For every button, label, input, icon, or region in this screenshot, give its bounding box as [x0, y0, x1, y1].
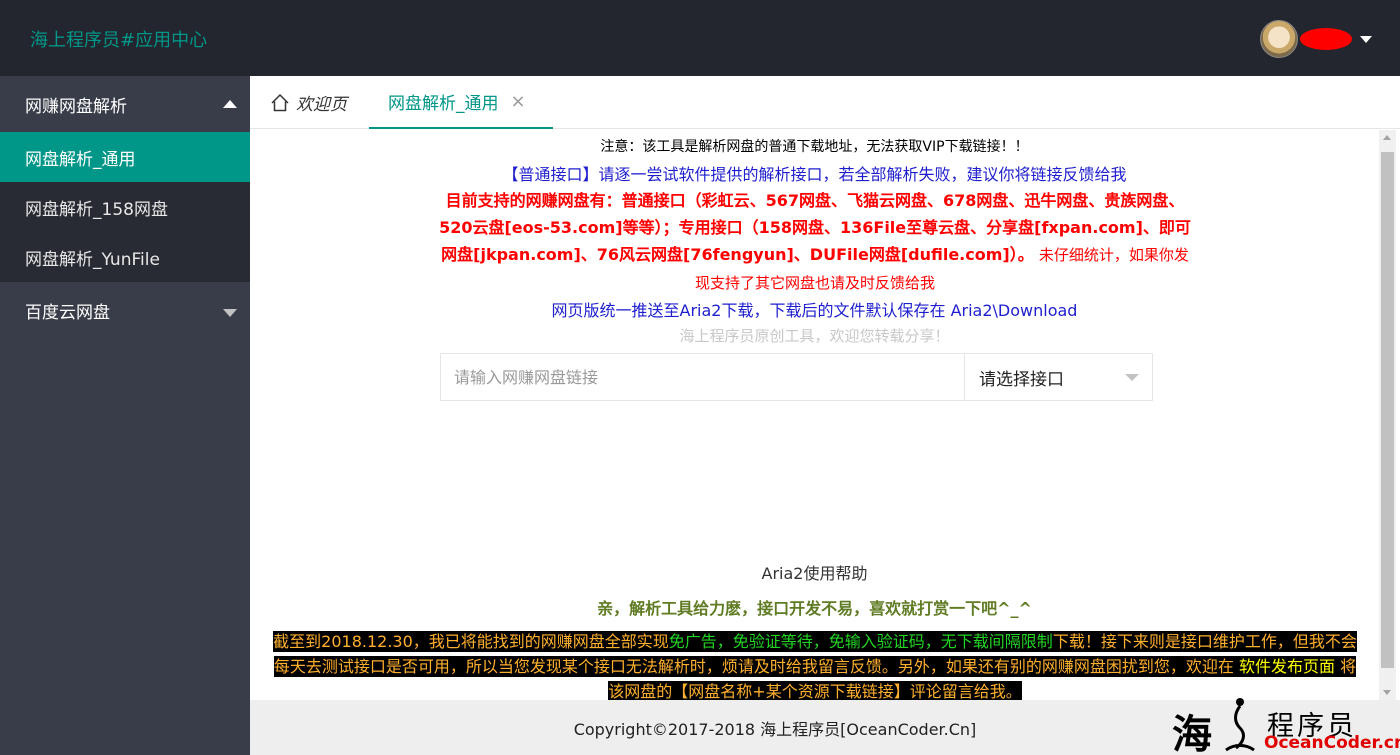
common-interface-text: 【普通接口】请逐一尝试软件提供的解析接口，若全部解析失败，建议你将链接反馈给我	[502, 165, 1127, 184]
announcement-highlight: 免广告，免验证等待，免输入验证码，无下载间隔限制	[668, 632, 1053, 651]
supported-disks-text: 目前支持的网赚网盘有：普通接口（彩虹云、567网盘、飞猫云网盘、678网盘、迅牛…	[435, 187, 1195, 297]
caret-up-icon	[223, 100, 237, 108]
announcement: 截至到2018.12.30，我已将能找到的网赚网盘全部实现免广告，免验证等待，免…	[270, 629, 1360, 700]
app-title[interactable]: 海上程序员#应用中心	[30, 26, 207, 52]
tab-label: 欢迎页	[296, 95, 347, 115]
reward-tip: 亲，解析工具给力麽，接口开发不易，喜欢就打赏一下吧^_^	[597, 599, 1032, 618]
tab-welcome[interactable]: 欢迎页	[270, 76, 347, 129]
announcement-text: 截至到2018.12.30，我已将能找到的网赚网盘全部实现免广告，免验证等待，免…	[273, 631, 1357, 700]
sidebar-item-158[interactable]: 网盘解析_158网盘	[0, 182, 250, 232]
tab-bar: 欢迎页 网盘解析_通用 ×	[250, 76, 1400, 129]
footer: Copyright©2017-2018 海上程序员[OceanCoder.Cn]…	[250, 698, 1400, 755]
watermark-en: OceanCoder.cn	[1264, 733, 1400, 753]
chevron-down-icon[interactable]	[1360, 35, 1372, 43]
sidebar-item-yunfile[interactable]: 网盘解析_YunFile	[0, 232, 250, 282]
parse-form: 请选择接口	[440, 353, 1153, 401]
sidebar: 网赚网盘解析 网盘解析_通用 网盘解析_158网盘 网盘解析_YunFile 百…	[0, 76, 250, 755]
avatar[interactable]	[1260, 20, 1298, 58]
sidebar-item-general[interactable]: 网盘解析_通用	[0, 132, 250, 182]
vertical-scrollbar[interactable]	[1379, 130, 1396, 700]
link-input[interactable]	[440, 353, 965, 401]
user-name-redacted[interactable]	[1300, 28, 1352, 50]
sidebar-group-wangzhuan[interactable]: 网赚网盘解析	[0, 76, 250, 132]
aria2-note: 网页版统一推送至Aria2下载，下载后的文件默认保存在 Aria2\Downlo…	[551, 301, 1078, 320]
chevron-down-icon	[1125, 374, 1139, 381]
sidebar-item-label: 网盘解析_158网盘	[25, 199, 168, 220]
interface-select[interactable]: 请选择接口	[965, 353, 1153, 401]
sidebar-item-label: 网盘解析_YunFile	[25, 249, 160, 270]
sidebar-item-label: 网盘解析_通用	[25, 149, 136, 170]
user-menu[interactable]	[1260, 20, 1372, 58]
watermark-logo: 海 程序员 OceanCoder.cn	[1172, 698, 1400, 755]
copyright-text: Copyright©2017-2018 海上程序员[OceanCoder.Cn]	[573, 720, 977, 739]
sidebar-submenu: 网盘解析_通用 网盘解析_158网盘 网盘解析_YunFile	[0, 132, 250, 282]
original-note: 海上程序员原创工具，欢迎您转载分享！	[679, 327, 950, 345]
home-icon	[271, 93, 289, 111]
top-header: 海上程序员#应用中心	[0, 0, 1400, 76]
caret-down-icon	[223, 309, 237, 317]
tab-label: 网盘解析_通用	[388, 94, 499, 114]
scrollbar-thumb[interactable]	[1381, 152, 1394, 668]
aria2-help-link[interactable]: Aria2使用帮助	[250, 560, 1379, 584]
sidebar-group-baidu[interactable]: 百度云网盘	[0, 282, 250, 338]
tab-general-parse[interactable]: 网盘解析_通用 ×	[369, 76, 553, 129]
watermark-char: 海	[1172, 711, 1212, 755]
sidebar-group-label: 网赚网盘解析	[25, 96, 127, 117]
release-page-link[interactable]: 软件发布页面	[1239, 657, 1335, 676]
scroll-up-icon[interactable]	[1383, 135, 1391, 140]
diver-figure-icon	[1225, 698, 1255, 752]
notice-text: 注意：该工具是解析网盘的普通下载地址，无法获取VIP下载链接！！	[600, 139, 1029, 155]
interface-select-value: 请选择接口	[979, 369, 1064, 390]
announcement-part1: 截至到2018.12.30，我已将能找到的网赚网盘全部实现	[273, 632, 669, 651]
sidebar-group-label: 百度云网盘	[25, 302, 110, 323]
scroll-down-icon[interactable]	[1383, 690, 1391, 695]
main-content: 注意：该工具是解析网盘的普通下载地址，无法获取VIP下载链接！！ 【普通接口】请…	[250, 130, 1379, 700]
close-icon[interactable]: ×	[511, 91, 526, 112]
